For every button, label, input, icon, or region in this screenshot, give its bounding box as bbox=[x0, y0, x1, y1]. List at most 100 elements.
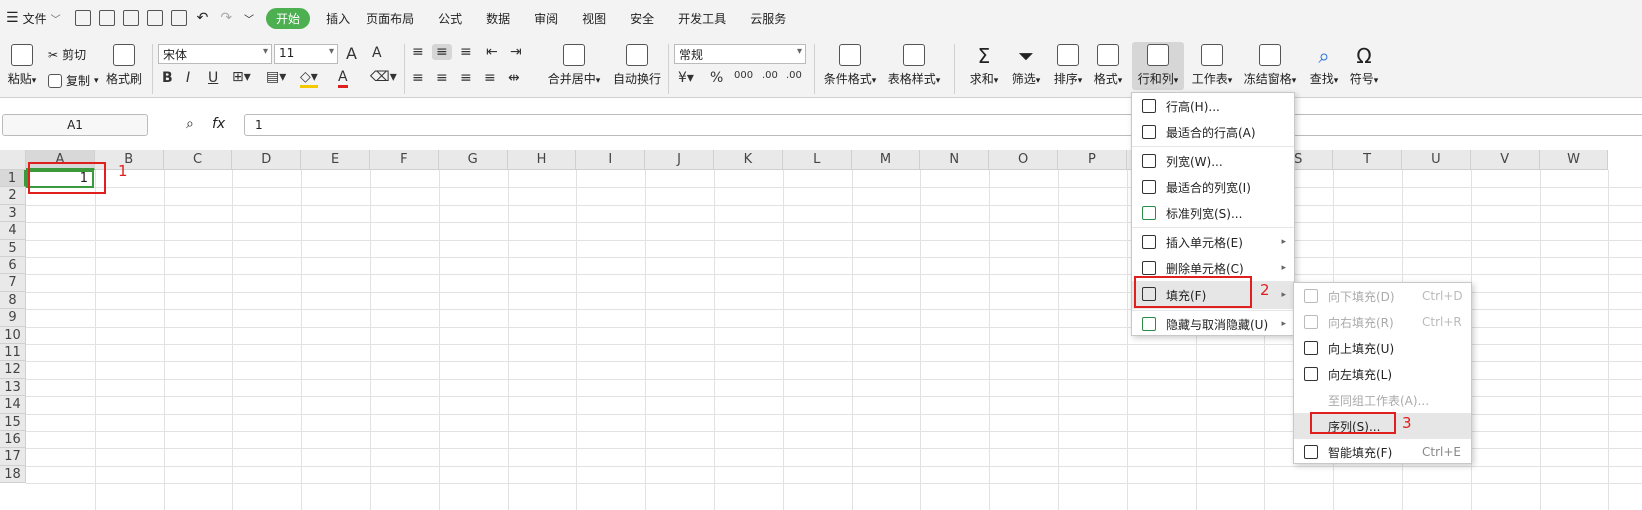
row-header[interactable]: 12 bbox=[0, 361, 26, 379]
freeze-panes-button[interactable]: 冻结窗格▾ bbox=[1242, 44, 1298, 87]
filter-button[interactable]: ⏷ 筛选▾ bbox=[1008, 44, 1044, 87]
distributed-icon[interactable]: ⇹ bbox=[508, 70, 520, 86]
conditional-format-button[interactable]: 条件格式▾ bbox=[822, 44, 878, 87]
merge-center-button[interactable]: 合并居中▾ bbox=[544, 44, 604, 87]
align-middle-icon[interactable]: ≡ bbox=[432, 44, 452, 60]
submenu-item-fill-left[interactable]: 向左填充(L) bbox=[1294, 361, 1471, 387]
save-icon[interactable] bbox=[98, 10, 115, 26]
print-preview-icon[interactable] bbox=[170, 10, 187, 26]
paste-button[interactable]: 粘贴▾ bbox=[4, 44, 40, 87]
menu-item-column-width[interactable]: 列宽(W)... bbox=[1132, 148, 1294, 174]
thousands-icon[interactable]: 000 bbox=[734, 70, 753, 81]
sort-button[interactable]: 排序▾ bbox=[1050, 44, 1086, 87]
column-header[interactable]: F bbox=[370, 150, 439, 170]
increase-decimal-icon[interactable]: .00 bbox=[762, 70, 778, 81]
fx-icon[interactable]: fx bbox=[212, 116, 225, 132]
decrease-decimal-icon[interactable]: .00 bbox=[786, 70, 802, 81]
column-header[interactable]: K bbox=[714, 150, 783, 170]
rows-columns-button[interactable]: 行和列▾ bbox=[1132, 42, 1184, 90]
find-button[interactable]: ⌕ 查找▾ bbox=[1306, 44, 1342, 87]
font-size-select[interactable]: 11 bbox=[274, 44, 338, 64]
column-header[interactable]: N bbox=[920, 150, 990, 170]
formula-input[interactable]: 1 bbox=[244, 114, 1642, 136]
column-header[interactable]: E bbox=[301, 150, 370, 170]
column-header[interactable]: U bbox=[1402, 150, 1471, 170]
align-top-icon[interactable]: ≡ bbox=[412, 44, 424, 60]
indent-increase-icon[interactable]: ⇥ bbox=[510, 44, 522, 60]
tab-view[interactable]: 视图 bbox=[582, 10, 606, 27]
row-header[interactable]: 4 bbox=[0, 222, 26, 240]
column-header[interactable]: V bbox=[1470, 150, 1540, 170]
worksheet-button[interactable]: 工作表▾ bbox=[1188, 44, 1236, 87]
column-header[interactable]: J bbox=[645, 150, 714, 170]
column-header[interactable]: L bbox=[782, 150, 852, 170]
number-format-select[interactable]: 常规 bbox=[674, 44, 806, 64]
row-header[interactable]: 17 bbox=[0, 448, 26, 466]
column-header[interactable]: M bbox=[851, 150, 921, 170]
chevron-down-icon[interactable]: ﹀ bbox=[244, 11, 254, 26]
submenu-item-fill-up[interactable]: 向上填充(U) bbox=[1294, 335, 1471, 361]
tab-review[interactable]: 审阅 bbox=[534, 10, 558, 27]
fill-color-icon[interactable]: ◇▾ bbox=[300, 69, 318, 88]
column-header[interactable]: I bbox=[576, 150, 646, 170]
row-header[interactable]: 10 bbox=[0, 326, 26, 344]
row-header[interactable]: 18 bbox=[0, 465, 26, 484]
percent-icon[interactable]: % bbox=[710, 70, 723, 86]
sum-button[interactable]: Σ 求和▾ bbox=[966, 44, 1002, 87]
column-header[interactable]: O bbox=[989, 150, 1058, 170]
tab-page-layout[interactable]: 页面布局 bbox=[366, 10, 414, 27]
align-right-icon[interactable]: ≡ bbox=[460, 70, 472, 86]
font-select[interactable]: 宋体 bbox=[158, 44, 272, 64]
column-header[interactable]: H bbox=[507, 150, 577, 170]
row-header[interactable]: 11 bbox=[0, 344, 26, 362]
undo-icon[interactable]: ↶ bbox=[197, 10, 209, 26]
format-painter-button[interactable]: 格式刷 bbox=[106, 44, 142, 87]
row-header[interactable]: 1 bbox=[0, 170, 26, 188]
submenu-item-flash-fill[interactable]: 智能填充(F) Ctrl+E bbox=[1294, 439, 1471, 465]
column-header[interactable]: T bbox=[1333, 150, 1402, 170]
column-header[interactable]: C bbox=[163, 150, 233, 170]
currency-icon[interactable]: ¥▾ bbox=[678, 70, 694, 86]
pdf-icon[interactable] bbox=[122, 10, 139, 26]
justify-icon[interactable]: ≡ bbox=[484, 70, 496, 86]
column-header[interactable]: P bbox=[1058, 150, 1127, 170]
cut-button[interactable]: ✂ 剪切 bbox=[48, 46, 86, 63]
row-header[interactable]: 9 bbox=[0, 309, 26, 327]
menu-item-row-height[interactable]: 行高(H)... bbox=[1132, 93, 1294, 119]
indent-decrease-icon[interactable]: ⇤ bbox=[486, 44, 498, 60]
menu-item-standard-width[interactable]: 标准列宽(S)... bbox=[1132, 200, 1294, 226]
select-all-corner[interactable] bbox=[0, 150, 26, 170]
table-style-button[interactable]: 表格样式▾ bbox=[886, 44, 942, 87]
copy-button[interactable]: 复制 ▾ bbox=[48, 72, 99, 89]
format-button[interactable]: 格式▾ bbox=[1090, 44, 1126, 87]
column-header[interactable]: G bbox=[438, 150, 508, 170]
tab-cloud[interactable]: 云服务 bbox=[750, 10, 786, 27]
row-header[interactable]: 2 bbox=[0, 187, 26, 205]
row-header[interactable]: 13 bbox=[0, 378, 26, 397]
tab-home[interactable]: 开始 bbox=[266, 7, 311, 29]
redo-icon[interactable]: ↷ bbox=[220, 10, 232, 26]
align-left-icon[interactable]: ≡ bbox=[412, 70, 424, 86]
align-bottom-icon[interactable]: ≡ bbox=[460, 44, 472, 60]
row-header[interactable]: 7 bbox=[0, 274, 26, 292]
menu-item-hide-unhide[interactable]: 隐藏与取消隐藏(U) ▸ bbox=[1132, 311, 1294, 337]
row-header[interactable]: 8 bbox=[0, 291, 26, 310]
row-header[interactable]: 15 bbox=[0, 413, 26, 431]
tab-developer[interactable]: 开发工具 bbox=[678, 10, 726, 27]
open-icon[interactable] bbox=[74, 10, 91, 26]
column-header[interactable]: D bbox=[232, 150, 302, 170]
tab-data[interactable]: 数据 bbox=[486, 10, 510, 27]
menu-item-autofit-row-height[interactable]: 最适合的行高(A) bbox=[1132, 119, 1294, 145]
tab-security[interactable]: 安全 bbox=[630, 10, 654, 27]
symbol-button[interactable]: Ω 符号▾ bbox=[1346, 44, 1382, 87]
underline-button[interactable]: U bbox=[208, 70, 218, 86]
row-header[interactable]: 3 bbox=[0, 204, 26, 223]
tab-formulas[interactable]: 公式 bbox=[438, 10, 462, 27]
tab-insert[interactable]: 插入 bbox=[326, 10, 350, 27]
file-menu[interactable]: ☰ 文件 ﹀ bbox=[6, 10, 61, 27]
menu-item-autofit-column-width[interactable]: 最适合的列宽(I) bbox=[1132, 174, 1294, 200]
name-box[interactable]: A1 bbox=[2, 114, 148, 136]
font-grow-icon[interactable]: A bbox=[346, 44, 357, 63]
borders-icon[interactable]: ⊞▾ bbox=[232, 69, 251, 85]
print-icon[interactable] bbox=[146, 10, 163, 26]
